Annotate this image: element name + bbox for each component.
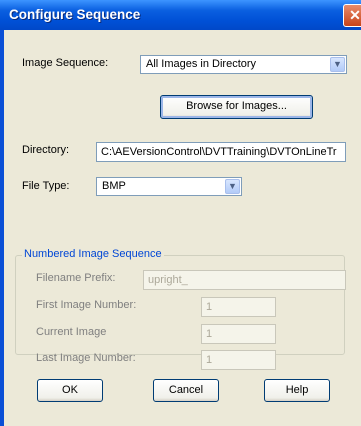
window-frame-left [0,30,4,426]
numbered-image-sequence-title: Numbered Image Sequence [22,248,164,260]
first-image-number-value: 1 [206,301,213,313]
file-type-label: File Type: [22,180,70,192]
file-type-value: BMP [102,180,126,192]
last-image-number-field[interactable]: 1 [201,350,276,370]
filename-prefix-field[interactable]: upright_ [143,270,346,290]
ok-button[interactable]: OK [37,379,103,402]
directory-value: C:\AEVersionControl\DVTTraining\DVTOnLin… [101,146,337,158]
help-label: Help [285,384,309,396]
current-image-value: 1 [206,328,213,340]
browse-for-images-label: Browse for Images... [186,100,287,112]
directory-field[interactable]: C:\AEVersionControl\DVTTraining\DVTOnLin… [96,142,346,162]
title-bar: Configure Sequence ✕ [0,0,361,30]
image-sequence-select[interactable]: All Images in Directory ▼ [140,55,347,74]
help-button[interactable]: Help [264,379,330,402]
directory-label: Directory: [22,144,70,156]
close-icon: ✕ [349,7,361,23]
window-title: Configure Sequence [9,7,141,22]
filename-prefix-value: upright_ [148,274,188,286]
current-image-label: Current Image [36,326,107,338]
cancel-label: Cancel [168,384,204,396]
current-image-field[interactable]: 1 [201,324,276,344]
first-image-number-field[interactable]: 1 [201,297,276,317]
browse-for-images-button[interactable]: Browse for Images... [160,95,313,119]
chevron-down-icon[interactable]: ▼ [225,179,240,194]
cancel-button[interactable]: Cancel [153,379,219,402]
first-image-number-label: First Image Number: [36,299,137,311]
image-sequence-label: Image Sequence: [22,57,109,69]
ok-label: OK [62,384,78,396]
last-image-number-value: 1 [206,354,213,366]
last-image-number-label: Last Image Number: [36,352,136,364]
file-type-select[interactable]: BMP ▼ [96,177,242,196]
chevron-down-icon[interactable]: ▼ [330,57,345,72]
image-sequence-value: All Images in Directory [146,58,257,70]
close-button[interactable]: ✕ [343,4,361,27]
filename-prefix-label: Filename Prefix: [36,272,116,284]
